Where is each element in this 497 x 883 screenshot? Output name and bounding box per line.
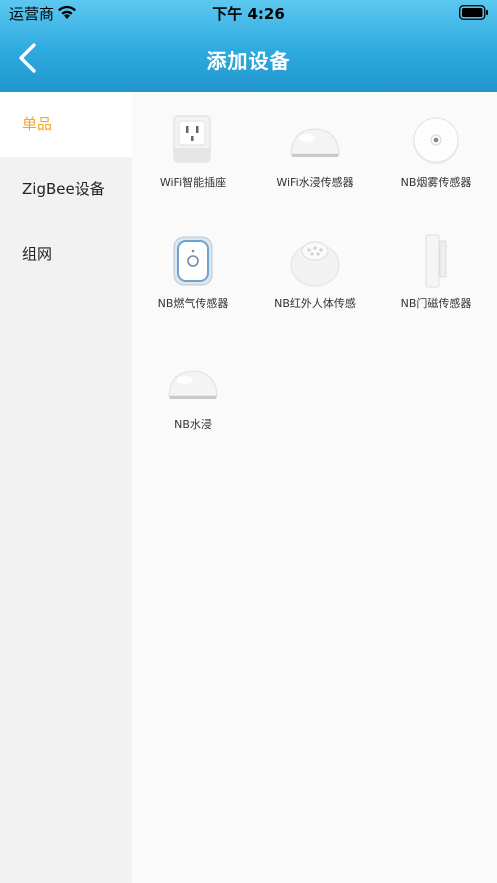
category-sidebar: 单品 ZigBee设备 组网 [0, 92, 132, 883]
gas-sensor-icon [173, 236, 213, 286]
device-label: NB水浸 [174, 418, 212, 431]
device-grid: WiFi智能插座 WiFi水浸传感器 NB烟雾传感器 NB燃气传感器 NB红外人… [132, 92, 497, 883]
status-bar: 运营商 下午 4:26 [0, 0, 497, 26]
device-label: WiFi智能插座 [159, 176, 227, 189]
device-label: NB烟雾传感器 [400, 176, 472, 189]
water-leak-sensor-icon [290, 128, 340, 157]
device-nb-door-sensor[interactable]: NB门磁传感器 [375, 229, 497, 311]
page-title: 添加设备 [206, 49, 291, 73]
door-sensor-icon [425, 234, 447, 288]
device-label: NB红外人体传感 [274, 297, 356, 310]
infrared-motion-sensor-icon [290, 241, 340, 287]
navigation-header: 运营商 下午 4:26 添加设备 [0, 0, 497, 92]
device-label: NB燃气传感器 [157, 297, 229, 310]
water-leak-sensor-icon [168, 370, 218, 399]
device-label: NB门磁传感器 [400, 297, 472, 310]
smart-plug-icon [173, 115, 211, 163]
device-nb-gas-sensor[interactable]: NB燃气传感器 [132, 229, 254, 311]
device-wifi-water-leak-sensor[interactable]: WiFi水浸传感器 [254, 108, 376, 190]
device-nb-water-leak[interactable]: NB水浸 [132, 350, 254, 432]
device-nb-infrared-motion-sensor[interactable]: NB红外人体传感 [254, 229, 376, 311]
smoke-sensor-icon [413, 117, 459, 164]
sidebar-item-networking[interactable]: 组网 [0, 222, 132, 287]
battery-icon [459, 5, 488, 20]
device-wifi-smart-plug[interactable]: WiFi智能插座 [132, 108, 254, 190]
sidebar-item-single-product[interactable]: 单品 [0, 92, 132, 157]
device-nb-smoke-sensor[interactable]: NB烟雾传感器 [375, 108, 497, 190]
sidebar-item-zigbee-devices[interactable]: ZigBee设备 [0, 157, 132, 222]
status-time: 下午 4:26 [212, 5, 285, 23]
device-label: WiFi水浸传感器 [276, 176, 354, 189]
